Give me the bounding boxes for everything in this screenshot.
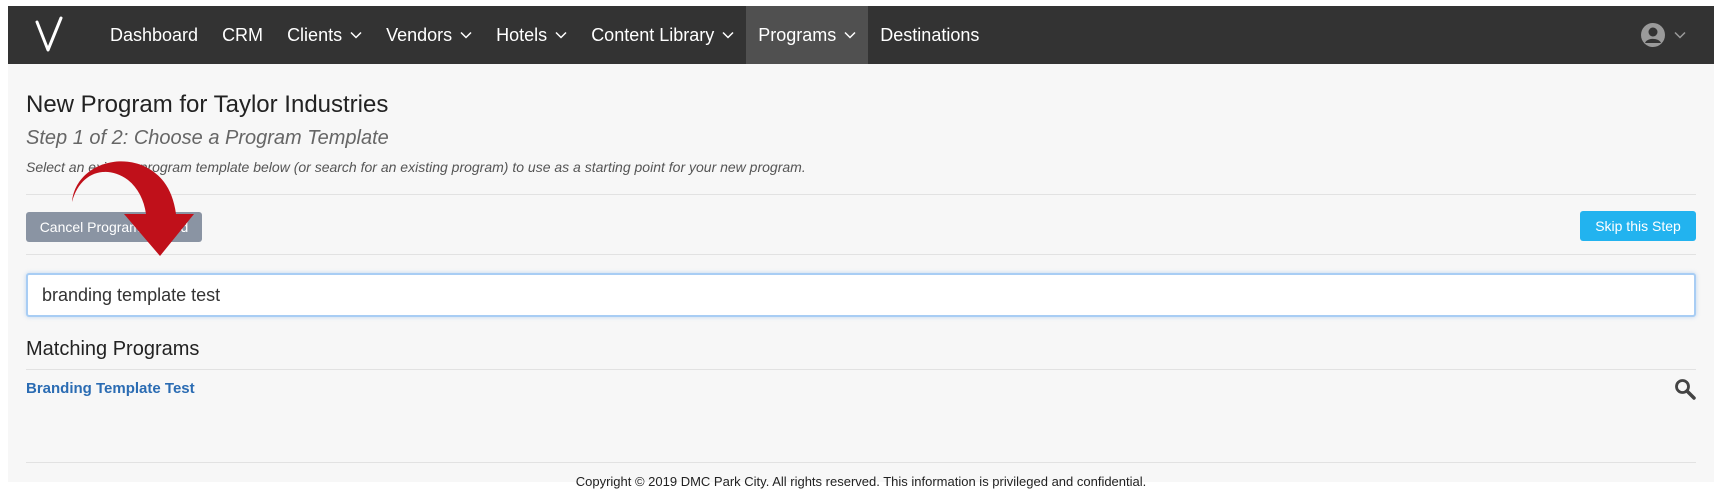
annotation-arrow-icon xyxy=(72,161,194,256)
nav-item-label: Clients xyxy=(287,24,343,45)
search-icon[interactable] xyxy=(1674,378,1696,400)
logo[interactable] xyxy=(8,6,90,64)
divider xyxy=(26,194,1696,195)
nav-item-hotels[interactable]: Hotels xyxy=(484,6,579,64)
nav-item-content-library[interactable]: Content Library xyxy=(579,6,746,64)
nav-item-label: Content Library xyxy=(591,24,715,45)
nav-item-destinations[interactable]: Destinations xyxy=(868,6,991,64)
top-navbar: Dashboard CRM Clients Vendors Hotels Con… xyxy=(8,6,1714,64)
program-search-input[interactable] xyxy=(26,273,1696,317)
chevron-down-icon xyxy=(1674,31,1686,39)
nav-item-clients[interactable]: Clients xyxy=(275,6,374,64)
nav-item-label: Programs xyxy=(758,24,837,45)
step-subtitle: Step 1 of 2: Choose a Program Template xyxy=(26,127,389,149)
nav-item-label: Dashboard xyxy=(110,24,199,45)
nav-menu: Dashboard CRM Clients Vendors Hotels Con… xyxy=(98,6,991,64)
divider xyxy=(26,369,1696,370)
footer-divider xyxy=(26,462,1696,463)
user-menu[interactable] xyxy=(1640,6,1714,64)
nav-item-label: Hotels xyxy=(496,24,548,45)
nav-item-label: Destinations xyxy=(880,24,980,45)
nav-item-vendors[interactable]: Vendors xyxy=(374,6,484,64)
nav-item-programs[interactable]: Programs xyxy=(746,6,869,64)
skip-step-button[interactable]: Skip this Step xyxy=(1580,211,1696,241)
user-avatar-icon xyxy=(1641,23,1665,47)
chevron-down-icon xyxy=(722,31,734,39)
chevron-down-icon xyxy=(844,31,856,39)
nav-item-label: Vendors xyxy=(386,24,453,45)
divider xyxy=(26,254,1696,255)
nav-item-dashboard[interactable]: Dashboard xyxy=(98,6,210,64)
matching-programs-heading: Matching Programs xyxy=(26,338,200,360)
chevron-down-icon xyxy=(460,31,472,39)
nav-item-label: CRM xyxy=(222,24,264,45)
chevron-down-icon xyxy=(555,31,567,39)
nav-item-crm[interactable]: CRM xyxy=(210,6,275,64)
chevron-down-icon xyxy=(350,31,362,39)
v-logo-icon xyxy=(35,16,63,52)
page-title: New Program for Taylor Industries xyxy=(26,91,389,118)
program-result-link[interactable]: Branding Template Test xyxy=(26,380,195,397)
app-frame: Dashboard CRM Clients Vendors Hotels Con… xyxy=(8,6,1714,489)
